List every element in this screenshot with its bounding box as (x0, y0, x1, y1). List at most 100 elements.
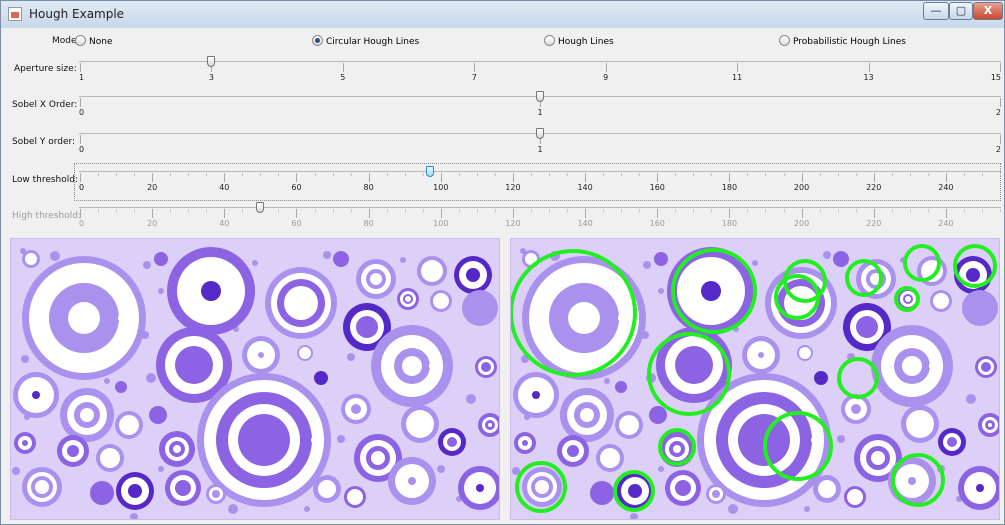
slider-minor-tick (549, 173, 551, 176)
slider-minor-tick (206, 209, 208, 212)
slider-thumb[interactable] (207, 56, 216, 67)
slider-minor-tick (386, 209, 388, 212)
sobel-y-order-slider[interactable]: 0 1 2 (79, 125, 1001, 159)
dot-shape (304, 506, 310, 512)
ring-shape (128, 484, 142, 498)
sobel-x-order-slider[interactable]: 0 1 2 (79, 88, 1001, 122)
ring-shape (712, 490, 720, 498)
ring-shape (371, 451, 385, 465)
slider-minor-tick (476, 209, 478, 212)
mode-option-probabilistic-hough[interactable]: Probabilistic Hough Lines (779, 35, 906, 47)
slider-major-tick (152, 173, 154, 182)
slider-minor-tick (314, 173, 316, 176)
slider-thumb[interactable] (536, 128, 544, 139)
slider-major-tick (1000, 98, 1001, 107)
slider-minor-tick (981, 173, 983, 176)
slider-tick-label: 20 (147, 183, 158, 192)
ring-gap (311, 438, 324, 442)
ring-shape (976, 484, 984, 492)
dot-shape (337, 435, 345, 443)
title-bar[interactable]: Hough Example — ▢ X (1, 1, 1004, 28)
slider-tick-label: 80 (363, 183, 374, 192)
slider-major-tick (368, 209, 370, 218)
minimize-button[interactable]: — (923, 2, 949, 20)
aperture-size-label: Aperture size: (14, 64, 77, 74)
slider-minor-tick (476, 173, 478, 176)
ring-shape (675, 480, 691, 496)
dot-shape (347, 353, 355, 361)
dot-shape (804, 506, 810, 512)
slider-minor-tick (819, 173, 821, 176)
slider-major-tick (80, 209, 81, 218)
slider-minor-tick (350, 209, 352, 212)
slider-tick-label: 220 (866, 219, 882, 228)
slider-minor-tick (278, 173, 280, 176)
ring-shape (619, 415, 639, 435)
slider-tick-label: 7 (471, 73, 477, 82)
slider-minor-tick (422, 209, 424, 212)
ring-shape (962, 290, 998, 326)
dot-shape (752, 260, 758, 266)
ring-shape (238, 414, 290, 466)
dot-shape (158, 288, 164, 294)
radio-icon (544, 35, 555, 46)
slider-major-tick (585, 209, 587, 218)
dot-shape (12, 467, 20, 475)
mode-option-circular-hough[interactable]: Circular Hough Lines (312, 35, 419, 47)
ring-shape (615, 381, 627, 393)
dot-shape (728, 504, 738, 514)
ring-shape (580, 408, 594, 422)
slider-tick-label: 180 (721, 219, 738, 228)
ring-shape (902, 356, 922, 376)
radio-icon (75, 35, 86, 46)
slider-minor-tick (855, 173, 857, 176)
slider-tick-label: 1 (79, 73, 85, 82)
ring-shape (814, 371, 828, 385)
slider-major-tick (801, 173, 803, 182)
slider-minor-tick (98, 209, 100, 212)
close-button[interactable]: X (973, 2, 1003, 20)
dot-shape (643, 261, 651, 269)
slider-track (79, 61, 1001, 62)
dot-shape (50, 251, 60, 261)
slider-minor-tick (332, 173, 334, 176)
slider-major-tick (605, 63, 607, 72)
slider-tick-label: 160 (649, 183, 665, 192)
slider-minor-tick (693, 209, 695, 212)
slider-minor-tick (963, 209, 965, 212)
mode-option-hough-lines[interactable]: Hough Lines (544, 35, 614, 47)
dot-shape (466, 394, 476, 404)
ring-shape (628, 484, 642, 498)
slider-tick-label: 1 (537, 108, 543, 117)
dot-shape (966, 394, 976, 404)
sobel-y-order-label: Sobel Y order: (12, 137, 76, 147)
ring-shape (347, 489, 363, 505)
ring-shape (532, 391, 540, 399)
ring-shape (32, 391, 40, 399)
slider-minor-tick (1000, 173, 1001, 176)
slider-minor-tick (927, 173, 929, 176)
slider-thumb[interactable] (425, 166, 434, 177)
slider-minor-tick (639, 173, 641, 176)
slider-minor-tick (675, 209, 677, 212)
slider-minor-tick (963, 173, 965, 176)
ring-shape (421, 260, 443, 282)
slider-thumb[interactable] (536, 91, 544, 102)
java-app-icon (8, 7, 22, 21)
ring-shape (154, 252, 168, 266)
slider-major-tick (657, 209, 659, 218)
slider-major-tick (152, 209, 154, 218)
ring-gap (429, 364, 443, 368)
low-threshold-slider[interactable]: 0 20 40 60 80 100 120 140 160 180 200 220 240 (79, 163, 1001, 197)
radio-icon (779, 35, 790, 46)
slider-minor-tick (891, 173, 893, 176)
aperture-size-slider[interactable]: 1 3 5 7 9 11 13 15 (79, 53, 1001, 87)
slider-major-tick (80, 135, 81, 144)
slider-minor-tick (765, 173, 767, 176)
slider-tick-label: 200 (793, 219, 810, 228)
slider-minor-tick (116, 173, 118, 176)
mode-option-none[interactable]: None (75, 35, 112, 47)
slider-minor-tick (314, 209, 316, 212)
maximize-button[interactable]: ▢ (949, 2, 973, 20)
ring-shape (758, 352, 764, 358)
